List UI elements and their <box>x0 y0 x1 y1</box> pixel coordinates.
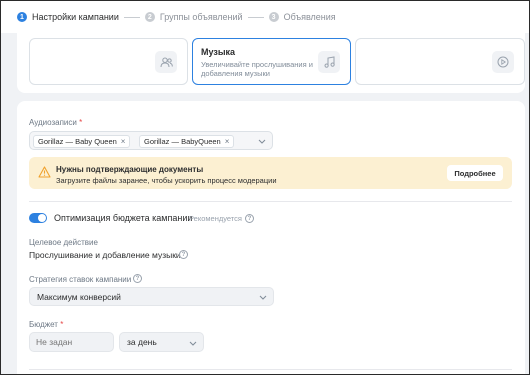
help-icon[interactable]: ? <box>245 214 254 223</box>
help-icon[interactable]: ? <box>133 274 142 283</box>
toggle-knob <box>38 214 46 222</box>
bid-strategy-label: Стратегия ставок кампании <box>29 275 132 284</box>
warning-title: Нужны подтверждающие документы <box>56 165 204 174</box>
step-number: 2 <box>144 12 155 22</box>
divider <box>29 369 512 370</box>
objective-cards-panel: Музыка Увеличивайте прослушивания и доба… <box>17 33 525 93</box>
step-label: Группы объявлений <box>159 12 243 22</box>
play-circle-icon <box>492 51 514 73</box>
audio-chip: Gorillaz — Baby Queen × <box>33 135 131 148</box>
budget-optimization-toggle[interactable] <box>29 213 47 223</box>
step-label: Объявления <box>283 12 336 22</box>
chip-remove-icon[interactable]: × <box>121 137 126 146</box>
more-details-button[interactable]: Подробнее <box>447 165 503 181</box>
step-campaign-settings[interactable]: 1 Настройки кампании <box>17 12 119 22</box>
budget-period-value: за день <box>127 337 157 347</box>
objective-card-community[interactable] <box>29 38 188 85</box>
chevron-down-icon <box>188 338 198 348</box>
music-note-icon <box>318 51 340 73</box>
step-ads[interactable]: 3 Объявления <box>268 12 336 22</box>
budget-label: Бюджет * <box>29 320 64 329</box>
required-mark: * <box>79 118 83 127</box>
budget-amount-input[interactable] <box>29 332 114 352</box>
chip-label: Gorillaz — BabyQueen <box>144 137 221 146</box>
audio-multiselect[interactable]: Gorillaz — Baby Queen × Gorillaz — BabyQ… <box>29 131 273 150</box>
chevron-down-icon[interactable] <box>257 136 267 146</box>
recommended-hint: Рекомендуется <box>189 214 242 223</box>
step-separator <box>247 16 264 18</box>
objective-card-music[interactable]: Музыка Увеличивайте прослушивания и доба… <box>192 38 351 85</box>
step-separator <box>123 16 140 18</box>
bid-strategy-value: Максимум конверсий <box>37 291 121 302</box>
step-number: 3 <box>268 12 279 22</box>
bid-strategy-select[interactable]: Максимум конверсий <box>29 287 274 306</box>
budget-period-select[interactable]: за день <box>119 332 204 352</box>
warning-icon <box>38 166 51 179</box>
budget-optimization-label: Оптимизация бюджета кампании <box>54 213 193 223</box>
app-frame: 1 Настройки кампании 2 Группы объявлений… <box>0 0 530 375</box>
required-mark: * <box>60 320 64 329</box>
users-icon <box>155 51 177 73</box>
target-action-label: Целевое действие <box>29 238 98 247</box>
audio-field-label: Аудиозаписи * <box>29 118 83 127</box>
audio-chip: Gorillaz — BabyQueen × <box>139 135 235 148</box>
chip-label: Gorillaz — Baby Queen <box>38 137 117 146</box>
campaign-settings-form: Аудиозаписи * Gorillaz — Baby Queen × Go… <box>17 101 525 374</box>
target-action-value: Прослушивание и добавление музыки <box>29 250 181 260</box>
campaign-stepper: 1 Настройки кампании 2 Группы объявлений… <box>1 1 529 33</box>
objective-card-desc: Увеличивайте прослушивания и добавления … <box>201 60 313 78</box>
step-number: 1 <box>17 12 27 22</box>
objective-card-video[interactable] <box>355 38 525 85</box>
objective-card-title: Музыка <box>201 47 236 57</box>
divider <box>29 201 512 202</box>
chip-remove-icon[interactable]: × <box>225 137 230 146</box>
help-icon[interactable]: ? <box>179 250 188 259</box>
chevron-down-icon <box>258 292 268 302</box>
step-label: Настройки кампании <box>32 12 119 22</box>
warning-text: Загрузите файлы заранее, чтобы ускорить … <box>56 176 277 185</box>
step-ad-groups[interactable]: 2 Группы объявлений <box>144 12 243 22</box>
documents-warning: Нужны подтверждающие документы Загрузите… <box>29 157 512 189</box>
